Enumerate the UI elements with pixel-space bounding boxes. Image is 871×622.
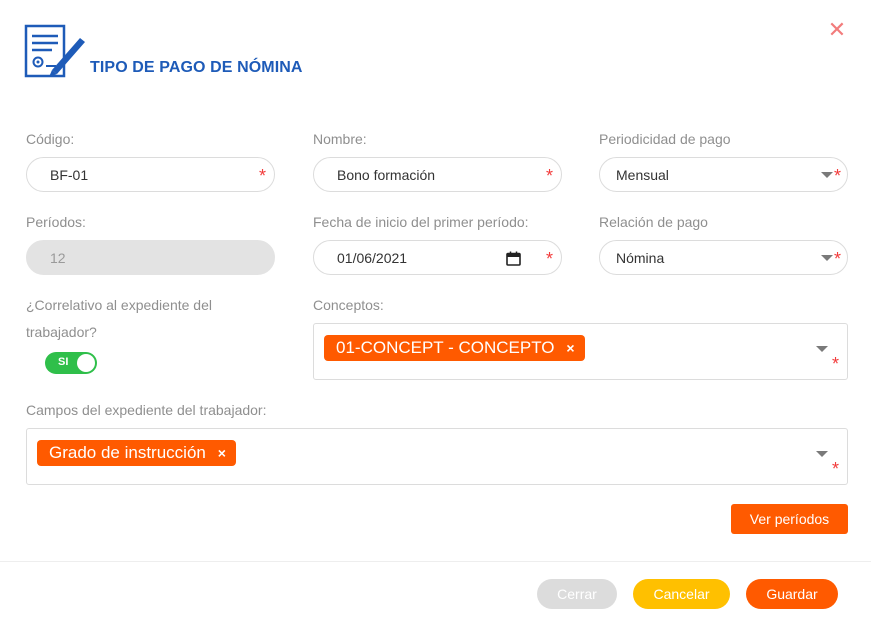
nombre-label: Nombre: [313, 131, 367, 147]
codigo-label: Código: [26, 131, 75, 147]
periodos-input: 12 [26, 240, 275, 275]
required-mark: * [831, 459, 839, 479]
fecha-inicio-label: Fecha de inicio del primer período: [313, 214, 529, 230]
required-mark: * [545, 166, 553, 186]
chevron-down-icon [821, 255, 833, 261]
relacion-value: Nómina [616, 250, 665, 266]
close-icon[interactable]: ✕ [827, 18, 847, 42]
required-mark: * [258, 166, 266, 186]
ver-periodos-button[interactable]: Ver períodos [731, 504, 848, 534]
codigo-value: BF-01 [50, 167, 89, 183]
periodos-label: Períodos: [26, 214, 86, 230]
periodos-value: 12 [50, 250, 66, 266]
toggle-knob [77, 354, 95, 372]
close-button[interactable]: Cerrar [537, 579, 617, 609]
form-edit-icon [24, 24, 85, 78]
required-mark: * [833, 166, 841, 186]
codigo-input[interactable]: BF-01 * [26, 157, 275, 192]
cancel-button[interactable]: Cancelar [633, 579, 730, 609]
chip-label: 01-CONCEPT - CONCEPTO [336, 338, 555, 357]
correlativo-label: ¿Correlativo al expediente del trabajado… [26, 297, 212, 340]
relacion-select[interactable]: Nómina * [599, 240, 848, 275]
required-mark: * [833, 249, 841, 269]
concept-chip: 01-CONCEPT - CONCEPTO × [324, 335, 585, 361]
calendar-icon[interactable] [506, 251, 521, 266]
correlativo-toggle[interactable]: SI [45, 352, 97, 374]
periodicidad-value: Mensual [616, 167, 669, 183]
save-button[interactable]: Guardar [746, 579, 838, 609]
required-mark: * [831, 354, 839, 374]
campo-chip: Grado de instrucción × [37, 440, 236, 466]
fecha-inicio-value: 01/06/2021 [337, 250, 408, 266]
remove-chip-icon[interactable]: × [566, 335, 574, 361]
conceptos-label: Conceptos: [313, 297, 384, 313]
nombre-input[interactable]: Bono formación * [313, 157, 562, 192]
footer-divider [0, 561, 871, 562]
chevron-down-icon [821, 172, 833, 178]
periodicidad-label: Periodicidad de pago [599, 131, 731, 147]
chevron-down-icon [816, 451, 828, 457]
periodicidad-select[interactable]: Mensual * [599, 157, 848, 192]
conceptos-multiselect[interactable]: 01-CONCEPT - CONCEPTO × * [313, 323, 848, 380]
page-title: TIPO DE PAGO DE NÓMINA [90, 59, 303, 76]
relacion-label: Relación de pago [599, 214, 708, 230]
nombre-value: Bono formación [337, 167, 436, 183]
campos-label: Campos del expediente del trabajador: [26, 402, 267, 418]
toggle-text: SI [58, 356, 69, 368]
chevron-down-icon [816, 346, 828, 352]
campos-multiselect[interactable]: Grado de instrucción × * [26, 428, 848, 485]
remove-chip-icon[interactable]: × [218, 440, 226, 466]
fecha-inicio-input[interactable]: 01/06/2021 * [313, 240, 562, 275]
chip-label: Grado de instrucción [49, 443, 206, 462]
required-mark: * [545, 249, 553, 269]
